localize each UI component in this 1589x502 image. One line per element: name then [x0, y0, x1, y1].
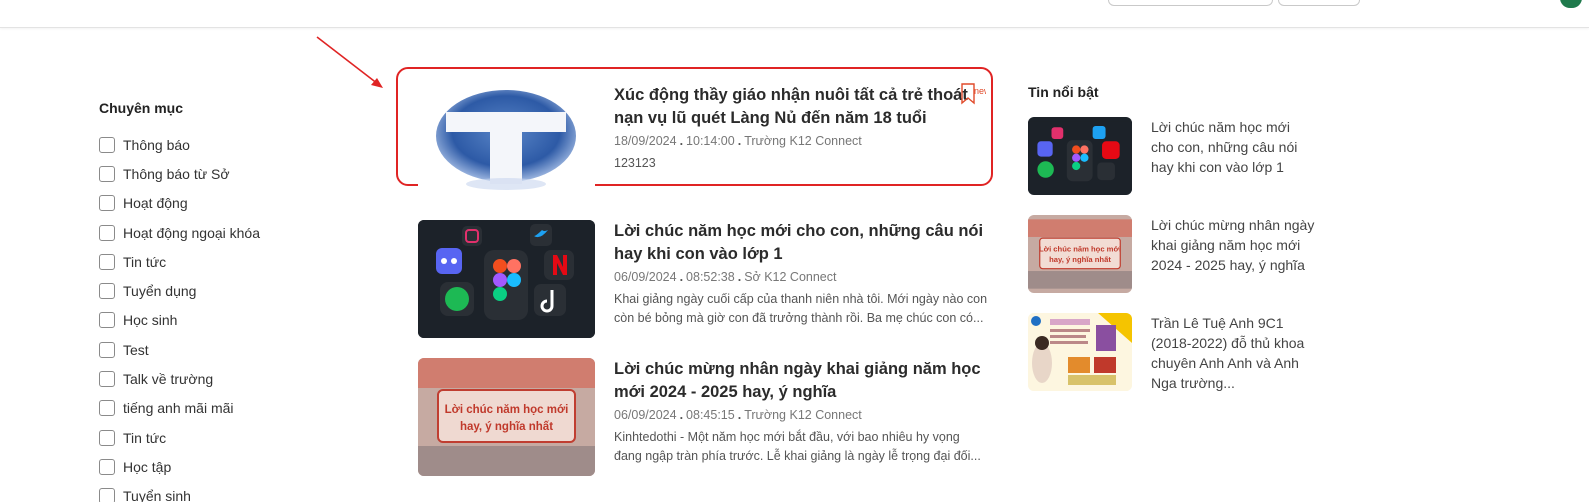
featured-thumbnail[interactable]	[1028, 117, 1132, 195]
school-opening-crowd-image: Lời chúc năm học mới hay, ý nghĩa nhất	[1028, 219, 1132, 289]
category-label: Học tập	[123, 458, 172, 475]
article-meta: 06/09/2024. 08:45:15. Trường K12 Connect	[614, 408, 862, 422]
social-apps-icons-icon	[418, 220, 595, 338]
article-source: Trường K12 Connect	[744, 134, 862, 148]
article-date: 18/09/2024	[614, 134, 677, 148]
article-body: Xúc động thầy giáo nhận nuôi tất cả trẻ …	[614, 84, 989, 173]
featured-item-title[interactable]: Trần Lê Tuệ Anh 9C1 (2018-2022) đỗ thủ k…	[1151, 313, 1316, 393]
article-meta: 06/09/2024. 08:52:38. Sở K12 Connect	[614, 270, 837, 284]
category-checkbox[interactable]	[99, 400, 115, 417]
top-header	[0, 0, 1589, 28]
article-excerpt: Kinhtedothi - Một năm học mới bắt đầu, v…	[614, 430, 981, 463]
article-title[interactable]: Lời chúc mừng nhân ngày khai giảng năm h…	[614, 358, 989, 403]
thumbnail-caption-line: Lời chúc năm học mới	[445, 404, 569, 416]
category-item[interactable]: Hoạt động	[99, 189, 359, 218]
article-title[interactable]: Xúc động thầy giáo nhận nuôi tất cả trẻ …	[614, 84, 989, 129]
category-item[interactable]: Talk về trường	[99, 364, 359, 393]
category-checkbox[interactable]	[99, 312, 115, 329]
category-checkbox[interactable]	[99, 195, 115, 212]
category-item[interactable]: Thông báo từ Sở	[99, 159, 359, 188]
featured-item-title[interactable]: Lời chúc mừng nhân ngày khai giảng năm h…	[1151, 215, 1316, 275]
article-excerpt: Khai giảng ngày cuối cấp của thanh niên …	[614, 292, 988, 325]
category-item[interactable]: Tuyển dụng	[99, 276, 359, 305]
social-apps-icons-icon	[1028, 121, 1132, 191]
featured-item[interactable]: Lời chúc năm học mới hay, ý nghĩa nhất L…	[1028, 215, 1318, 313]
category-item[interactable]: Học sinh	[99, 306, 359, 335]
header-button-1[interactable]	[1108, 0, 1273, 6]
article-date: 06/09/2024	[614, 408, 677, 422]
article-title[interactable]: Lời chúc năm học mới cho con, những câu …	[614, 220, 989, 265]
featured-thumbnail[interactable]	[1028, 313, 1132, 391]
category-checkbox[interactable]	[99, 283, 115, 300]
category-checkbox[interactable]	[99, 371, 115, 388]
category-item[interactable]: tiếng anh mãi mãi	[99, 394, 359, 423]
article-body: Lời chúc mừng nhân ngày khai giảng năm h…	[614, 358, 989, 465]
category-item[interactable]: Tuyển sinh	[99, 482, 359, 502]
article-thumbnail[interactable]	[418, 84, 595, 202]
new-badge-label: new	[974, 86, 986, 96]
category-checkbox[interactable]	[99, 224, 115, 241]
article-date: 06/09/2024	[614, 270, 677, 284]
category-item[interactable]: Học tập	[99, 452, 359, 481]
category-item[interactable]: Tin tức	[99, 423, 359, 452]
article-time: 08:52:38	[686, 270, 735, 284]
category-label: Học sinh	[123, 312, 178, 329]
category-label: Talk về trường	[123, 371, 214, 388]
article-card[interactable]: Lời chúc năm học mới cho con, những câu …	[418, 220, 998, 340]
category-checkbox[interactable]	[99, 429, 115, 446]
article-body: Lời chúc năm học mới cho con, những câu …	[614, 220, 989, 327]
category-label: Thông báo từ Sở	[123, 165, 230, 182]
article-meta: 18/09/2024. 10:14:00. Trường K12 Connect	[614, 134, 862, 148]
category-label: Tin tức	[123, 253, 167, 270]
letter-t-logo-icon	[436, 90, 576, 190]
featured-item[interactable]: Trần Lê Tuệ Anh 9C1 (2018-2022) đỗ thủ k…	[1028, 313, 1318, 411]
article-card[interactable]: Lời chúc năm học mới hay, ý nghĩa nhất L…	[418, 358, 998, 478]
article-source: Trường K12 Connect	[744, 408, 862, 422]
sidebar-title: Chuyên mục	[99, 100, 184, 116]
featured-item-title[interactable]: Lời chúc năm học mới cho con, những câu …	[1151, 117, 1316, 177]
category-label: Tuyển sinh	[123, 488, 191, 502]
category-checkbox[interactable]	[99, 253, 115, 270]
thumbnail-caption-line: Lời chúc năm học mới	[1039, 245, 1121, 254]
article-thumbnail[interactable]: Lời chúc năm học mới hay, ý nghĩa nhất	[418, 358, 595, 476]
category-label: Test	[123, 341, 149, 358]
category-label: Hoạt động	[123, 195, 188, 212]
article-thumbnail[interactable]	[418, 220, 595, 338]
thumbnail-caption-line: hay, ý nghĩa nhất	[1049, 255, 1111, 264]
category-checkbox[interactable]	[99, 341, 115, 358]
category-checkbox[interactable]	[99, 136, 115, 153]
category-item[interactable]: Hoạt động ngoại khóa	[99, 218, 359, 247]
article-time: 08:45:15	[686, 408, 735, 422]
category-item[interactable]: Tin tức	[99, 247, 359, 276]
article-time: 10:14:00	[686, 134, 735, 148]
featured-title: Tin nổi bật	[1028, 84, 1099, 100]
category-checkbox[interactable]	[99, 165, 115, 182]
category-checkbox[interactable]	[99, 458, 115, 475]
thumbnail-caption-line: hay, ý nghĩa nhất	[460, 421, 553, 433]
student-poster-icon	[1028, 313, 1132, 391]
category-item[interactable]: Test	[99, 335, 359, 364]
category-sidebar: Chuyên mục Thông báo Thông báo từ Sở Hoạ…	[99, 98, 359, 502]
category-checkbox[interactable]	[99, 488, 115, 502]
corner-avatar[interactable]	[1560, 0, 1582, 8]
article-excerpt: 123123	[614, 156, 656, 170]
featured-item[interactable]: Lời chúc năm học mới cho con, những câu …	[1028, 117, 1318, 215]
school-opening-crowd-image: Lời chúc năm học mới hay, ý nghĩa nhất	[418, 358, 595, 476]
category-label: Tin tức	[123, 429, 167, 446]
new-bookmark-icon: new	[961, 83, 986, 105]
category-label: Hoạt động ngoại khóa	[123, 224, 260, 241]
article-card[interactable]: Xúc động thầy giáo nhận nuôi tất cả trẻ …	[418, 84, 998, 204]
category-list: Thông báo Thông báo từ Sở Hoạt động Hoạt…	[99, 130, 359, 502]
featured-thumbnail[interactable]: Lời chúc năm học mới hay, ý nghĩa nhất	[1028, 215, 1132, 293]
category-item[interactable]: Thông báo	[99, 130, 359, 159]
category-label: Thông báo	[123, 136, 190, 153]
header-button-2[interactable]	[1278, 0, 1360, 6]
category-label: Tuyển dụng	[123, 283, 197, 300]
category-label: tiếng anh mãi mãi	[123, 400, 234, 417]
article-source: Sở K12 Connect	[744, 270, 837, 284]
featured-news: Tin nổi bật Lời chúc năm học mới cho con…	[1028, 82, 1318, 411]
